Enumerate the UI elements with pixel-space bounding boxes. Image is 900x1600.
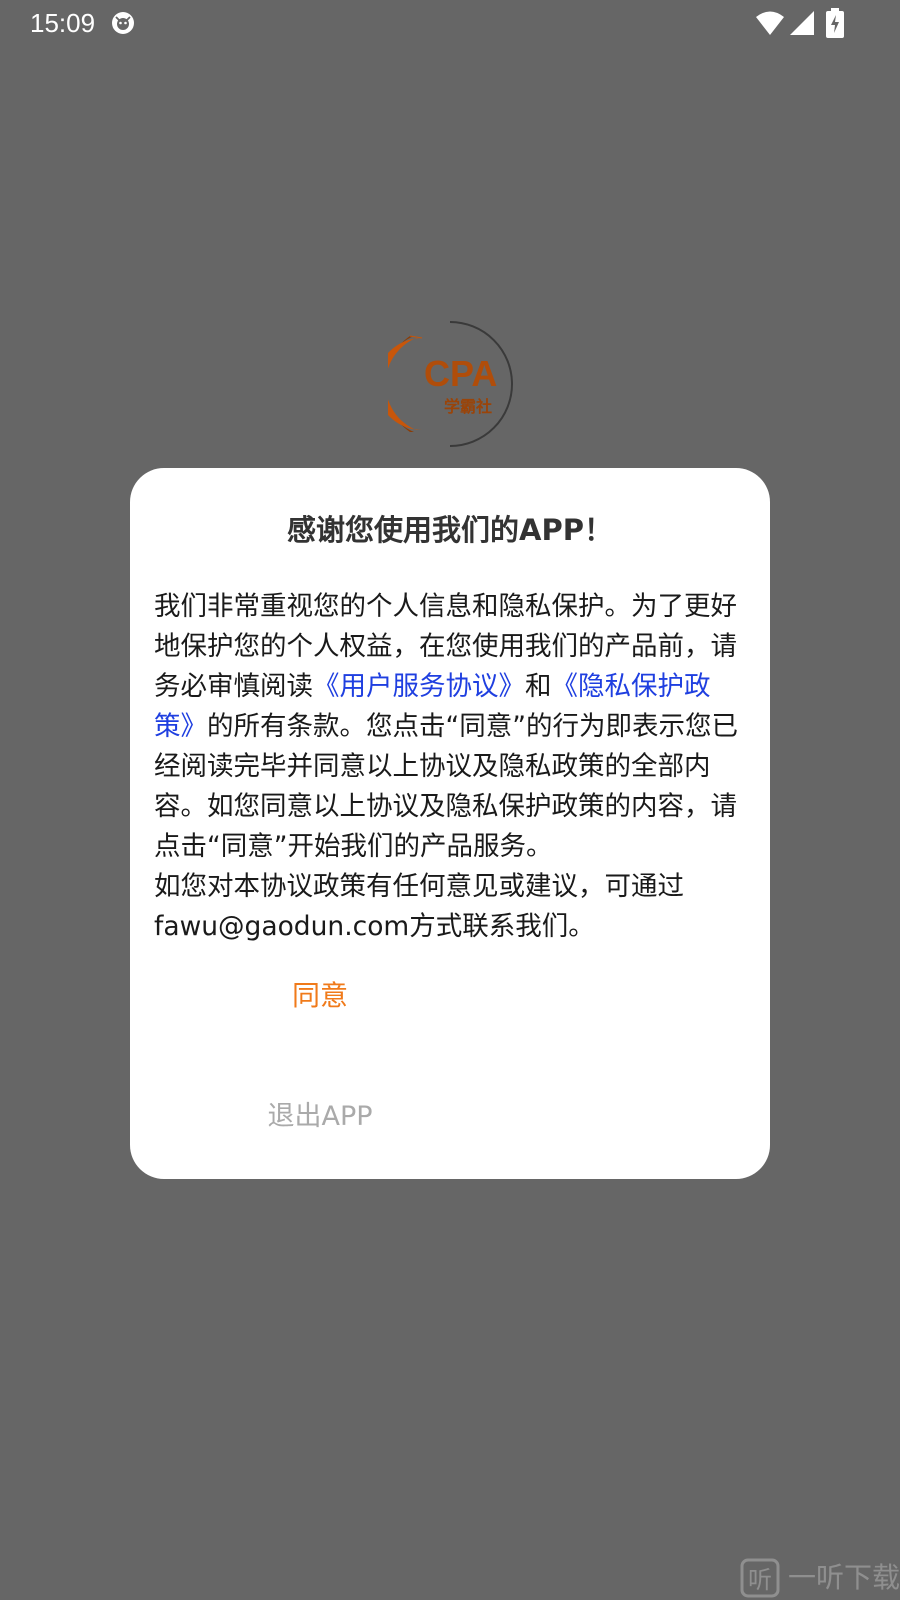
watermark-logo-icon: 听 (740, 1558, 780, 1598)
dialog-body: 我们非常重视您的个人信息和隐私保护。为了更好地保护您的个人权益，在您使用我们的产… (154, 587, 748, 947)
body-text-part4: 如您对本协议政策有任何意见或建议，可通过fawu@gaodun.com方式联系我… (154, 871, 684, 942)
body-text-part2: 和 (525, 671, 552, 702)
logo-cpa-text: CPA (424, 353, 497, 394)
app-logo: CPA 学霸社 (388, 321, 513, 447)
status-time: 15:09 (30, 8, 96, 38)
status-bar: 15:09 (0, 0, 900, 46)
cellular-signal-icon (790, 11, 814, 35)
body-text-part3: 的所有条款。您点击“同意”的行为即表示您已经阅读完毕并同意以上协议及隐私政策的全… (154, 711, 738, 862)
exit-app-button[interactable]: 退出APP (220, 1089, 420, 1145)
agree-button[interactable]: 同意 (220, 968, 420, 1024)
watermark-text: 一听下载 (788, 1561, 900, 1594)
user-agreement-link[interactable]: 《用户服务协议》 (313, 671, 525, 702)
svg-text:听: 听 (748, 1566, 772, 1594)
watermark: 听 一听下载 (740, 1556, 900, 1600)
privacy-dialog: 感谢您使用我们的APP！ 我们非常重视您的个人信息和隐私保护。为了更好地保护您的… (130, 468, 770, 1179)
dialog-title: 感谢您使用我们的APP！ (287, 513, 613, 547)
logo-subtext: 学霸社 (444, 397, 492, 416)
wifi-icon (756, 11, 784, 35)
app-notification-icon (112, 12, 134, 34)
battery-charging-icon (826, 8, 844, 38)
